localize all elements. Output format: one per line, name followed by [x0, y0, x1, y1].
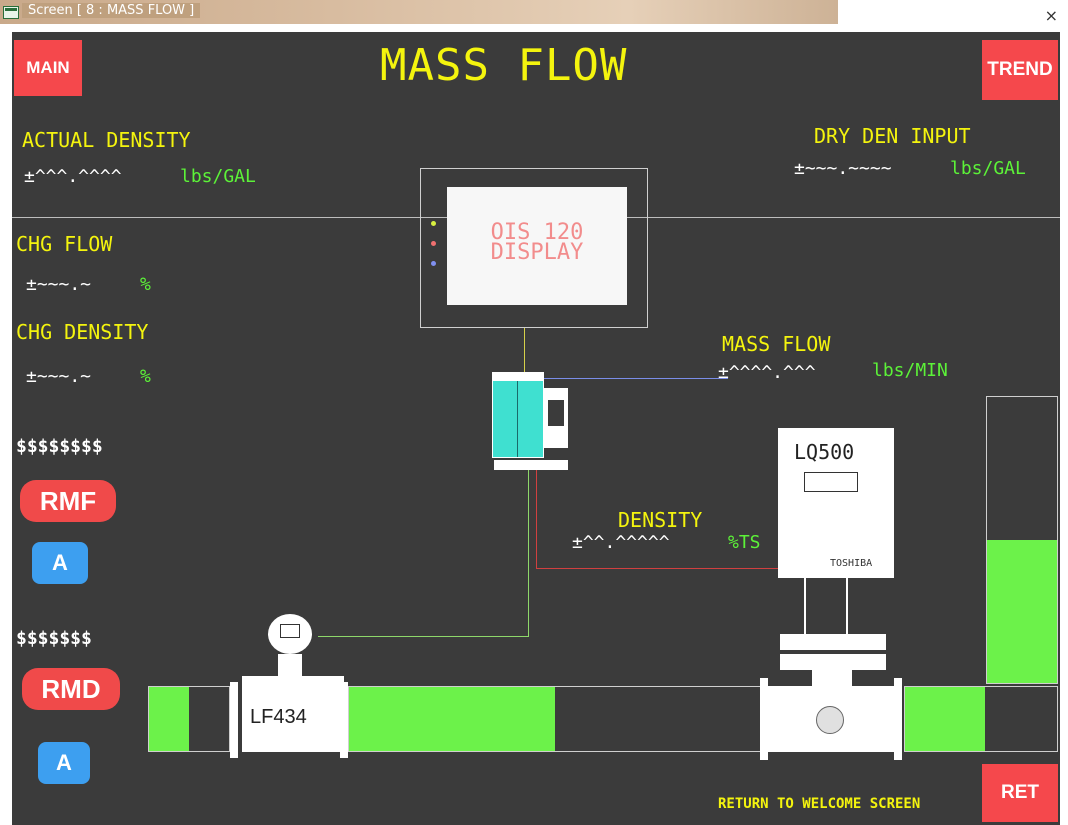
- window-titlebar: Screen [ 8 : MASS FLOW ] ×: [0, 0, 1068, 32]
- window-icon: [3, 6, 19, 19]
- rmf-mode-button[interactable]: A: [32, 542, 88, 584]
- pipe-outlet: [904, 686, 1058, 752]
- analyzer-neck: [812, 670, 852, 686]
- actual-density-unit: lbs/GAL: [180, 166, 256, 187]
- ois-display-line2: DISPLAY: [490, 240, 584, 265]
- status-led-red: [431, 241, 436, 246]
- density-wire-v: [536, 470, 537, 568]
- trend-button[interactable]: TREND: [982, 40, 1058, 100]
- mass-flow-value: ±^^^^.^^^: [718, 362, 816, 383]
- analyzer-flange-gap: [780, 650, 886, 654]
- rmd-mode-button[interactable]: A: [38, 742, 90, 784]
- analyzer-brand: TOSHIBA: [830, 558, 873, 569]
- plc-base: [494, 460, 568, 470]
- return-label: RETURN TO WELCOME SCREEN: [718, 796, 921, 812]
- valve-flange-left: [760, 678, 768, 760]
- analyzer-stem-left: [804, 578, 806, 634]
- flowmeter-wire-h: [318, 636, 529, 637]
- status-led-blue: [431, 261, 436, 266]
- rmd-placeholder: $$$$$$$: [16, 628, 92, 649]
- flowmeter-display-icon: [280, 624, 300, 638]
- lq500-analyzer: LQ500 TOSHIBA: [778, 428, 894, 578]
- dry-den-input-unit: lbs/GAL: [950, 158, 1026, 179]
- analyzer-flange: [780, 634, 886, 670]
- rmf-button[interactable]: RMF: [20, 480, 116, 522]
- mass-flow-unit: lbs/MIN: [872, 360, 948, 381]
- hmi-panel: MAIN MASS FLOW TREND ACTUAL DENSITY ±^^^…: [12, 32, 1060, 825]
- chg-density-value: ±~~~.~: [26, 366, 92, 387]
- chg-density-unit: %: [140, 366, 151, 387]
- tank-level-fill: [987, 540, 1057, 683]
- rmd-button[interactable]: RMD: [22, 668, 120, 710]
- dry-den-input-value[interactable]: ±~~~.~~~~: [794, 158, 892, 179]
- density-wire-h: [536, 568, 778, 569]
- dry-den-input-label: DRY DEN INPUT: [814, 124, 971, 148]
- mass-flow-label: MASS FLOW: [722, 332, 831, 356]
- valve-flange-right: [894, 678, 902, 760]
- pipe-middle: [348, 686, 762, 752]
- massflow-wire: [542, 378, 728, 379]
- analyzer-window: [804, 472, 858, 492]
- status-led-yellow: [431, 221, 436, 226]
- density-label: DENSITY: [618, 508, 703, 532]
- pipe-inlet: [148, 686, 230, 752]
- flowmeter-flange-right: [340, 682, 348, 758]
- analyzer-stem-right: [846, 578, 848, 634]
- chg-flow-label: CHG FLOW: [16, 232, 113, 256]
- flowmeter-tag: LF434: [250, 706, 307, 728]
- plc-side: [544, 388, 568, 448]
- chg-flow-value: ±~~~.~: [26, 274, 92, 295]
- pipe-inlet-fill: [149, 687, 189, 751]
- analyzer-model: LQ500: [794, 440, 855, 464]
- flowmeter-head: [268, 614, 312, 654]
- rmf-placeholder: $$$$$$$$: [16, 436, 103, 457]
- ois-display-bezel: OIS 120 DISPLAY: [420, 168, 648, 328]
- flowmeter-neck: [278, 654, 302, 676]
- plc-slot: [548, 400, 564, 426]
- ois-display-screen: OIS 120 DISPLAY: [447, 187, 627, 305]
- valve-sight-glass: [816, 706, 844, 734]
- pipe-middle-fill: [349, 687, 555, 751]
- plc-body: [492, 380, 544, 458]
- flowmeter-body: LF434: [242, 676, 344, 752]
- ret-button[interactable]: RET: [982, 764, 1058, 822]
- actual-density-label: ACTUAL DENSITY: [22, 128, 191, 152]
- chg-flow-unit: %: [140, 274, 151, 295]
- flowmeter-wire-v: [528, 470, 529, 636]
- density-value: ±^^.^^^^^: [572, 532, 670, 553]
- tank-level-gauge: [986, 396, 1058, 684]
- plc-top: [492, 372, 544, 380]
- display-wire: [524, 328, 525, 374]
- density-unit: %TS: [728, 532, 761, 553]
- main-button[interactable]: MAIN: [14, 40, 82, 96]
- plc-split: [517, 381, 518, 457]
- pipe-outlet-fill: [905, 687, 985, 751]
- close-icon[interactable]: ×: [1045, 6, 1058, 25]
- actual-density-value: ±^^^.^^^^: [24, 166, 122, 187]
- window-title: Screen [ 8 : MASS FLOW ]: [22, 3, 201, 18]
- page-title: MASS FLOW: [380, 40, 628, 91]
- chg-density-label: CHG DENSITY: [16, 320, 149, 344]
- valve-body: [768, 686, 894, 752]
- flowmeter-flange-left: [230, 682, 238, 758]
- plc-module: [492, 372, 568, 470]
